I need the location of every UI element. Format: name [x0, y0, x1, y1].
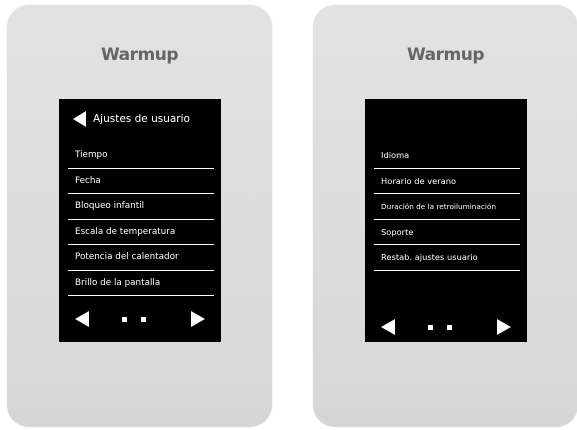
page-nav	[365, 317, 527, 337]
menu-item-potencia-calentador[interactable]: Potencia del calentador	[68, 245, 214, 271]
menu-item-horario-verano[interactable]: Horario de verano	[374, 169, 520, 194]
brand-logo: Warmup	[407, 45, 485, 65]
menu-item-fecha[interactable]: Fecha	[68, 169, 214, 194]
screen-header: Ajustes de usuario	[73, 111, 190, 127]
menu-item-soporte[interactable]: Soporte	[374, 220, 520, 245]
touch-screen: Ajustes de usuario Tiempo Fecha Bloqueo …	[59, 99, 221, 342]
menu-item-restablecer-ajustes[interactable]: Restab. ajustes usuario	[374, 245, 520, 271]
page-dot-icon	[141, 317, 146, 322]
prev-page-icon[interactable]	[381, 319, 395, 335]
thermostat-right: Warmup Idioma Horario de verano Duración…	[313, 5, 577, 427]
menu-item-duracion-retroiluminacion[interactable]: Duración de la retroiluminación	[374, 194, 520, 220]
prev-page-icon[interactable]	[75, 311, 89, 327]
settings-menu: Idioma Horario de verano Duración de la …	[374, 143, 520, 271]
brand-logo: Warmup	[101, 45, 179, 65]
menu-item-escala-temperatura[interactable]: Escala de temperatura	[68, 220, 214, 245]
menu-item-tiempo[interactable]: Tiempo	[68, 143, 214, 169]
thermostat-left: Warmup Ajustes de usuario Tiempo Fecha B…	[7, 5, 272, 427]
page-dot-icon	[122, 317, 127, 322]
next-page-icon[interactable]	[191, 311, 205, 327]
next-page-icon[interactable]	[497, 319, 511, 335]
page-dot-icon	[428, 325, 433, 330]
menu-item-bloqueo-infantil[interactable]: Bloqueo infantil	[68, 194, 214, 220]
settings-menu: Tiempo Fecha Bloqueo infantil Escala de …	[68, 143, 214, 296]
menu-item-idioma[interactable]: Idioma	[374, 143, 520, 169]
menu-item-brillo-pantalla[interactable]: Brillo de la pantalla	[68, 271, 214, 296]
screen-title: Ajustes de usuario	[93, 113, 190, 125]
touch-screen: Idioma Horario de verano Duración de la …	[365, 99, 527, 342]
back-arrow-icon[interactable]	[73, 111, 86, 127]
page-dot-icon	[447, 325, 452, 330]
page-nav	[59, 309, 221, 329]
